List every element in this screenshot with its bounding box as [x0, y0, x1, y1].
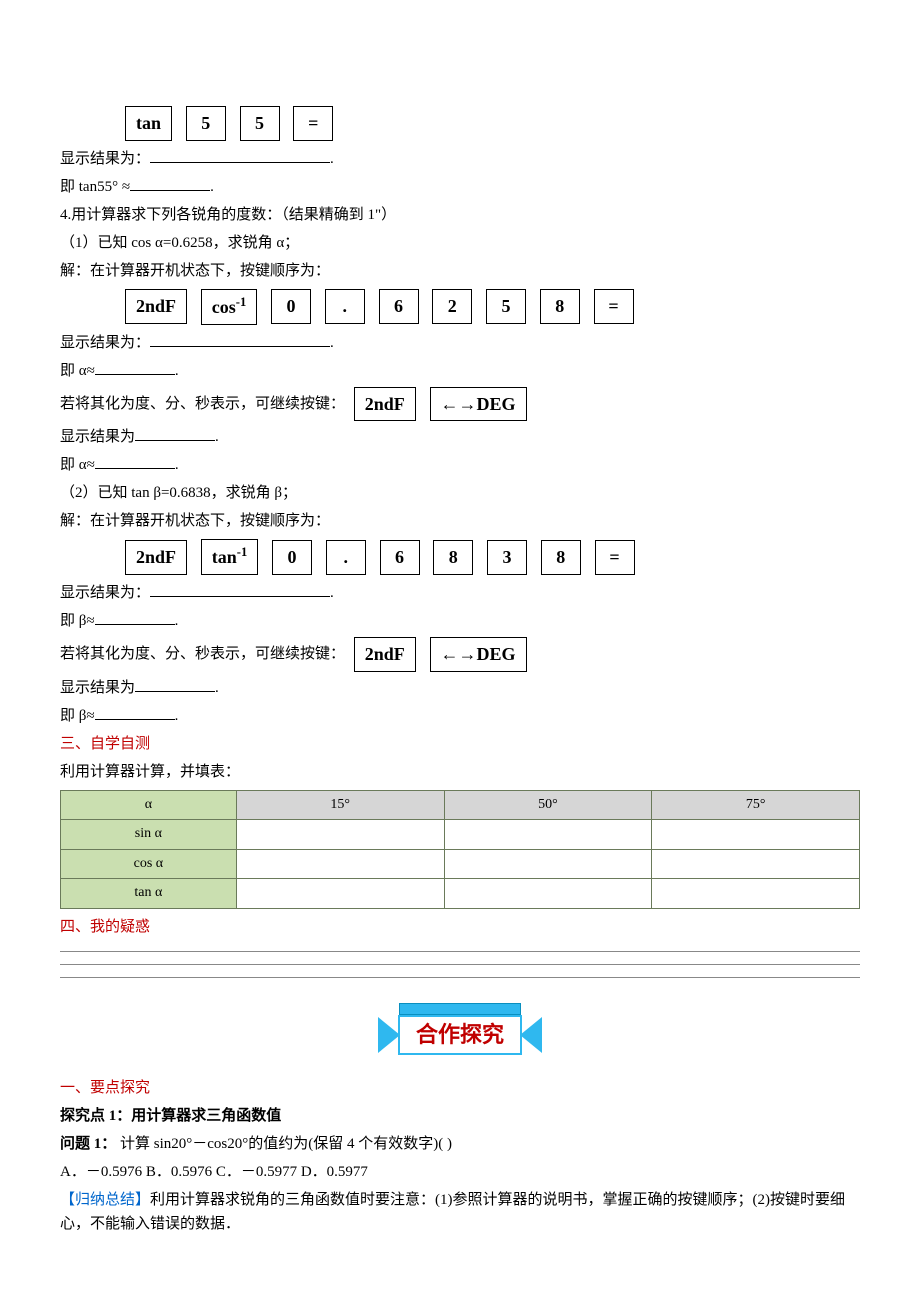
key-6b: 6: [380, 540, 420, 575]
display-result-line-2: 显示结果为：.: [60, 331, 860, 355]
table-header-row: α 15° 50° 75°: [61, 790, 860, 819]
key-3: 3: [487, 540, 527, 575]
key-equals: =: [293, 106, 333, 141]
banner-title: 合作探究: [398, 1015, 522, 1055]
key-cos-inv: cos-1: [201, 289, 258, 325]
banner-container: 合作探究: [60, 1003, 860, 1061]
blank-line-1: [60, 951, 860, 952]
key-5: 5: [186, 106, 226, 141]
key-8b: 8: [433, 540, 473, 575]
blank-line-2: [60, 964, 860, 965]
beta-approx-2: 即 β≈.: [60, 704, 860, 728]
banner-chevron-right-icon: [520, 1017, 542, 1053]
item4-title: 4.用计算器求下列各锐角的度数：（结果精确到 1"）: [60, 203, 860, 227]
key-eq2: =: [594, 289, 634, 324]
trig-table: α 15° 50° 75° sin α cos α tan α: [60, 790, 860, 909]
key-2ndf-c: 2ndF: [125, 540, 187, 575]
section3-heading: 三、自学自测: [60, 732, 860, 756]
key-0: 0: [271, 289, 311, 324]
col-75: 75°: [652, 790, 860, 819]
key-2ndf: 2ndF: [125, 289, 187, 324]
table-row-cos: cos α: [61, 849, 860, 878]
table-row-sin: sin α: [61, 820, 860, 849]
banner-top-bar: [399, 1003, 521, 1015]
alpha-approx-2: 即 α≈.: [60, 453, 860, 477]
key-dot: .: [325, 289, 365, 324]
key-2ndf-b: 2ndF: [354, 387, 416, 422]
solution-prefix-2: 解：在计算器开机状态下，按键顺序为：: [60, 509, 860, 533]
key-deg: ←→DEG: [430, 387, 527, 422]
key-dot-b: .: [326, 540, 366, 575]
key-tan: tan: [125, 106, 172, 141]
convert-line-1: 若将其化为度、分、秒表示，可继续按键： 2ndF ←→DEG: [60, 387, 860, 422]
key-0b: 0: [272, 540, 312, 575]
question1: 问题 1： 计算 sin20°－cos20°的值约为(保留 4 个有效数字)( …: [60, 1132, 860, 1156]
item4-1: （1）已知 cos α=0.6258，求锐角 α；: [60, 231, 860, 255]
key-2ndf-d: 2ndF: [354, 637, 416, 672]
key-sequence-tan-inv: 2ndF tan-1 0 . 6 8 3 8 =: [60, 539, 860, 575]
section3-desc: 利用计算器计算，并填表：: [60, 760, 860, 784]
key-tan-inv: tan-1: [201, 539, 259, 575]
topic1: 探究点 1：用计算器求三角函数值: [60, 1104, 860, 1128]
blank-line-3: [60, 977, 860, 978]
beta-approx-1: 即 β≈.: [60, 609, 860, 633]
key-sequence-tan55: tan 5 5 =: [60, 106, 860, 141]
key-sequence-cos-inv: 2ndF cos-1 0 . 6 2 5 8 =: [60, 289, 860, 325]
key-6: 6: [379, 289, 419, 324]
summary: 【归纳总结】利用计算器求锐角的三角函数值时要注意：(1)参照计算器的说明书，掌握…: [60, 1188, 860, 1236]
convert-line-2: 若将其化为度、分、秒表示，可继续按键： 2ndF ←→DEG: [60, 637, 860, 672]
display-result-short-1: 显示结果为.: [60, 425, 860, 449]
col-alpha: α: [61, 790, 237, 819]
banner-chevron-left-icon: [378, 1017, 400, 1053]
key-8: 8: [540, 289, 580, 324]
key-5b: 5: [240, 106, 280, 141]
alpha-approx-1: 即 α≈.: [60, 359, 860, 383]
col-50: 50°: [444, 790, 652, 819]
section-a-heading: 一、要点探究: [60, 1076, 860, 1100]
key-5c: 5: [486, 289, 526, 324]
display-result-short-2: 显示结果为.: [60, 676, 860, 700]
tan55-line: 即 tan55° ≈.: [60, 175, 860, 199]
solution-prefix-1: 解：在计算器开机状态下，按键顺序为：: [60, 259, 860, 283]
display-result-line-1: 显示结果为：.: [60, 147, 860, 171]
key-eq3: =: [595, 540, 635, 575]
item4-2: （2）已知 tan β=0.6838，求锐角 β；: [60, 481, 860, 505]
section4-heading: 四、我的疑惑: [60, 915, 860, 939]
display-result-line-3: 显示结果为：.: [60, 581, 860, 605]
options: A．－0.5976 B．0.5976 C．－0.5977 D．0.5977: [60, 1160, 860, 1184]
key-2: 2: [432, 289, 472, 324]
col-15: 15°: [236, 790, 444, 819]
key-deg-b: ←→DEG: [430, 637, 527, 672]
table-row-tan: tan α: [61, 879, 860, 908]
key-8c: 8: [541, 540, 581, 575]
